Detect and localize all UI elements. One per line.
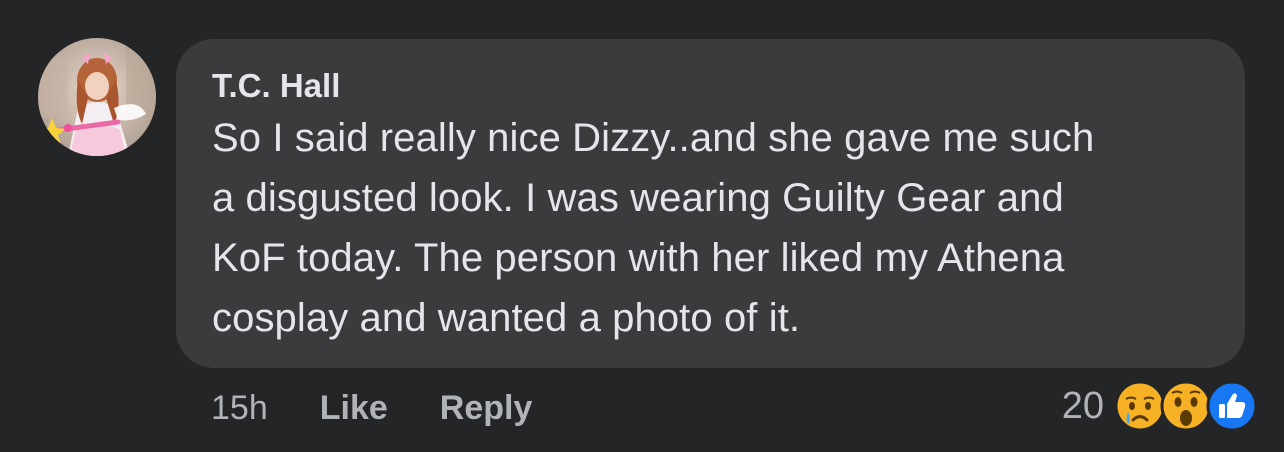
comment-author[interactable]: T.C. Hall (212, 65, 1225, 107)
reply-button[interactable]: Reply (440, 389, 533, 428)
comment-container: T.C. Hall So I said really nice Dizzy..a… (0, 0, 1284, 452)
like-button[interactable]: Like (320, 389, 388, 428)
reaction-icons (1114, 380, 1260, 432)
comment-timestamp[interactable]: 15h (211, 389, 268, 428)
comment-actions: 15h Like Reply (211, 384, 584, 432)
sad-reaction-icon (1114, 380, 1166, 432)
wow-reaction-icon (1160, 380, 1212, 432)
avatar[interactable] (38, 38, 156, 156)
comment-text: So I said really nice Dizzy..and she gav… (212, 116, 1095, 340)
reaction-count: 20 (1061, 384, 1104, 427)
avatar-image (38, 38, 156, 156)
comment-bubble: T.C. Hall So I said really nice Dizzy..a… (176, 39, 1245, 368)
like-reaction-icon (1206, 380, 1258, 432)
reaction-summary[interactable]: 20 (1062, 378, 1260, 434)
